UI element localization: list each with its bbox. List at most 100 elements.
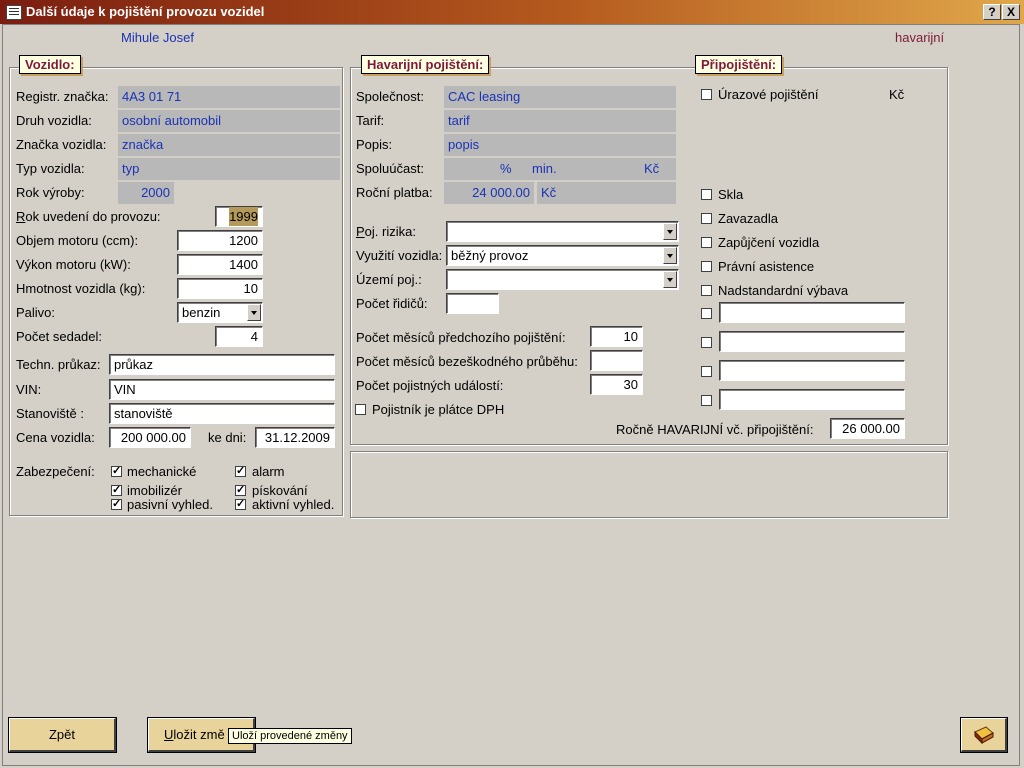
app-menu-icon[interactable] [6,5,22,20]
weight-input[interactable]: 10 [177,278,263,299]
reg-value: 4A3 01 71 [118,86,340,108]
security-label: Zabezpečení: [16,464,95,479]
territory-dropdown-arrow-icon[interactable] [663,271,677,288]
brand-value: značka [118,134,340,156]
territory-label: Území poj.: [356,272,422,287]
power-label: Výkon motoru (kW): [16,257,131,272]
rider-rental-checkbox[interactable] [701,237,712,248]
rider-extra-1-checkbox[interactable] [701,308,712,319]
security-etching-checkbox[interactable]: ✓ [235,485,246,496]
security-alarm-checkbox[interactable]: ✓ [235,466,246,477]
territory-select[interactable] [446,269,679,290]
company-label: Společnost: [356,89,424,104]
risks-select[interactable] [446,221,679,242]
usage-select[interactable]: běžný provoz [446,245,679,266]
usage-label: Využití vozidla: [356,248,443,263]
service-year-label: Rok uvedení do provozu: [16,209,161,224]
rider-legal-label: Právní asistence [718,259,815,274]
risks-label: Poj. rizika: [356,224,416,239]
company-value: CAC leasing [444,86,676,108]
type-value: typ [118,158,340,180]
vat-payer-checkbox[interactable] [355,404,366,415]
tp-label: Techn. průkaz: [16,357,101,372]
annual-value: 24 000.00 [444,182,534,204]
location-label: Stanoviště : [16,406,84,421]
security-alarm-label: alarm [252,464,285,479]
fuel-dropdown-arrow-icon[interactable] [247,304,261,321]
rider-legal-checkbox[interactable] [701,261,712,272]
back-button[interactable]: Zpět [9,718,116,752]
brand-label: Značka vozidla: [16,137,107,152]
rider-extra-3-input[interactable] [719,360,905,381]
casco-group-title: Havarijní pojištění: [361,55,490,74]
year-value: 2000 [118,182,174,204]
rider-luggage-checkbox[interactable] [701,213,712,224]
security-mechanical-label: mechanické [127,464,197,479]
notes-panel [350,451,948,518]
help-button[interactable]: ? [983,4,1001,20]
power-input[interactable]: 1400 [177,254,263,275]
drivers-input[interactable] [446,293,499,314]
security-immobilizer-checkbox[interactable]: ✓ [111,485,122,496]
seats-input[interactable]: 4 [215,326,263,347]
fuel-label: Palivo: [16,305,56,320]
book-button[interactable] [961,718,1007,752]
save-tooltip: Uloží provedené změny [228,728,352,744]
vin-input[interactable]: VIN [109,379,335,400]
rider-extra-3-checkbox[interactable] [701,366,712,377]
security-active-label: aktivní vyhled. [252,497,335,512]
rider-accident-label: Úrazové pojištění [718,87,819,102]
prev-months-input[interactable]: 10 [590,326,643,347]
vin-label: VIN: [16,382,42,397]
claimfree-input[interactable] [590,350,643,371]
deductible-row [444,158,676,180]
rider-extra-2-checkbox[interactable] [701,337,712,348]
date-input[interactable]: 31.12.2009 [255,427,335,448]
rider-glass-label: Skla [718,187,744,202]
year-label: Rok výroby: [16,185,85,200]
annual-label: Roční platba: [356,185,433,200]
deductible-percent: % [500,161,512,176]
seats-label: Počet sedadel: [16,329,103,344]
vat-payer-label: Pojistník je plátce DPH [372,402,505,417]
rider-luggage-label: Zavazadla [718,211,778,226]
claims-input[interactable]: 30 [590,374,643,395]
rider-equipment-checkbox[interactable] [701,285,712,296]
total-value: 26 000.00 [830,418,905,439]
close-button[interactable]: X [1002,4,1020,20]
reg-label: Registr. značka: [16,89,109,104]
rider-extra-2-input[interactable] [719,331,905,352]
client-name: Mihule Josef [121,30,194,45]
tp-input[interactable]: průkaz [109,354,335,375]
location-input[interactable]: stanoviště [109,403,335,424]
deductible-min: min. [532,161,557,176]
engine-label: Objem motoru (ccm): [16,233,139,248]
kind-value: osobní automobil [118,110,340,132]
rider-extra-4-input[interactable] [719,389,905,410]
price-label: Cena vozidla: [16,430,95,445]
claimfree-label: Počet měsíců bezeškodného průběhu: [356,354,578,369]
security-active-checkbox[interactable]: ✓ [235,499,246,510]
deductible-currency: Kč [644,161,660,176]
rider-extra-4-checkbox[interactable] [701,395,712,406]
risks-dropdown-arrow-icon[interactable] [663,223,677,240]
fuel-select[interactable]: benzin [177,302,263,323]
rider-glass-checkbox[interactable] [701,189,712,200]
insurance-type: havarijní [895,30,945,45]
desc-label: Popis: [356,137,393,152]
engine-input[interactable]: 1200 [177,230,263,251]
price-input[interactable]: 200 000.00 [109,427,191,448]
service-year-input[interactable]: 1999 [215,206,263,227]
usage-dropdown-arrow-icon[interactable] [663,247,677,264]
security-mechanical-checkbox[interactable]: ✓ [111,466,122,477]
vehicle-group-title: Vozidlo: [19,55,81,74]
claims-label: Počet pojistných událostí: [356,378,504,393]
rider-extra-1-input[interactable] [719,302,905,323]
rider-accident-checkbox[interactable] [701,89,712,100]
riders-group-title: Připojištění: [695,55,783,74]
security-passive-checkbox[interactable]: ✓ [111,499,122,510]
book-icon [973,726,994,745]
prev-months-label: Počet měsíců předchozího pojištění: [356,330,566,345]
rider-rental-label: Zapůjčení vozidla [718,235,820,250]
security-etching-label: pískování [252,483,308,498]
